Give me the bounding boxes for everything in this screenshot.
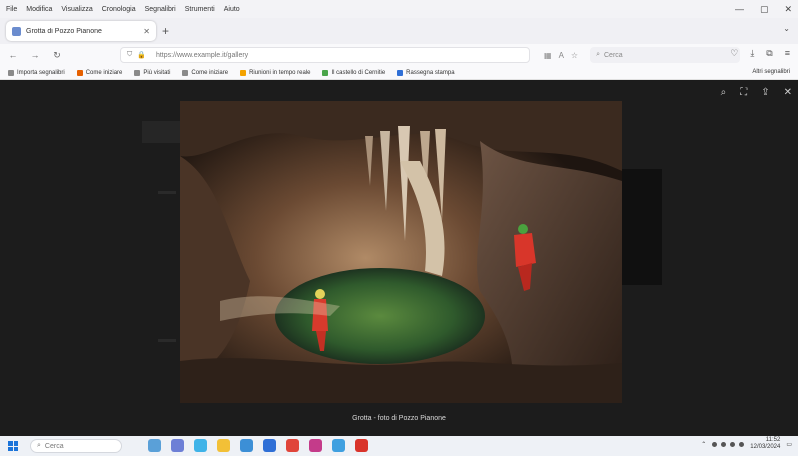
search-icon: ⌕ (37, 442, 41, 449)
tray-icons[interactable] (712, 441, 745, 447)
extensions-icon[interactable]: ⧉ (766, 48, 772, 59)
search-icon: ⌕ (596, 51, 600, 58)
menu-edit[interactable]: Modifica (26, 6, 52, 13)
store-icon[interactable] (240, 439, 253, 452)
close-icon[interactable]: ✕ (784, 4, 792, 15)
forward-icon[interactable]: → (28, 48, 42, 62)
menu-file[interactable]: File (6, 6, 17, 13)
url-text: https://www.example.it/gallery (155, 51, 249, 59)
reload-icon[interactable]: ↻ (50, 48, 64, 62)
menu-bar: File Modifica Visualizza Cronologia Segn… (0, 0, 798, 18)
menu-bookmarks[interactable]: Segnalibri (145, 6, 176, 13)
bookmark-item[interactable]: Rassegna stampa (397, 69, 455, 76)
list-tabs-icon[interactable]: ⌄ (783, 24, 790, 33)
minimize-icon[interactable]: — (735, 4, 744, 15)
new-tab-icon[interactable]: + (162, 24, 169, 38)
system-tray: ⌃ 11:52 12/03/2024 ▭ (701, 437, 792, 451)
lightbox-toolbar: ⌕ ⛶ ⇪ ✕ (721, 87, 792, 98)
page-background-text (158, 191, 176, 194)
bookmark-label: Come iniziare (191, 69, 229, 76)
clock-time: 11:52 (765, 437, 781, 443)
widgets-icon[interactable] (148, 439, 161, 452)
page-background-element (142, 121, 182, 143)
star-icon[interactable]: ☆ (571, 51, 578, 60)
zoom-icon[interactable]: ⌕ (721, 87, 727, 98)
bookmark-label: Più visitati (143, 69, 171, 76)
taskbar: ⌕ Cerca (0, 436, 798, 456)
app-icon[interactable] (355, 439, 368, 452)
maximize-icon[interactable]: ▢ (760, 4, 769, 15)
url-bar[interactable]: ⛉ 🔒 https://www.example.it/gallery (120, 47, 530, 63)
bookmark-item[interactable]: Come iniziare (76, 69, 123, 76)
firefox-icon[interactable] (286, 439, 299, 452)
cave-photo-image (180, 101, 622, 403)
menu-view[interactable]: Visualizza (61, 6, 92, 13)
calendar-icon (240, 69, 247, 76)
bookmarks-bar: Importa segnalibri Come iniziare Più vis… (0, 66, 798, 80)
mail-icon[interactable] (263, 439, 276, 452)
app-icon[interactable] (309, 439, 322, 452)
grid-icon[interactable]: ▦ (544, 51, 552, 60)
bookmark-label: Come iniziare (85, 69, 123, 76)
menu-history[interactable]: Cronologia (102, 6, 136, 13)
back-icon[interactable]: ← (6, 48, 20, 62)
notifications-icon[interactable]: ▭ (786, 441, 792, 448)
edge-icon[interactable] (194, 439, 207, 452)
tab-bar: Grotta di Pozzo Pianone ✕ + (0, 18, 798, 44)
fullscreen-icon[interactable]: ⛶ (740, 87, 747, 98)
page-background-element (622, 169, 662, 285)
task-view-icon[interactable] (171, 439, 184, 452)
lightbox-overlay[interactable]: ⌕ ⛶ ⇪ ✕ Grotta - foto di Pozzo Pianone (0, 81, 798, 436)
favicon-icon (12, 26, 21, 36)
clock-date: 12/03/2024 (750, 444, 781, 450)
bookmark-icon (182, 69, 189, 76)
share-icon[interactable]: ⇪ (761, 87, 769, 98)
firefox-icon (76, 69, 83, 76)
pocket-icon[interactable]: ♡ (730, 48, 738, 59)
tab-close-icon[interactable]: ✕ (143, 27, 150, 36)
bookmark-item[interactable]: Più visitati (134, 69, 171, 76)
menu-icon[interactable]: ≡ (785, 48, 790, 59)
windows-start-icon[interactable] (8, 441, 18, 451)
tab-active[interactable]: Grotta di Pozzo Pianone ✕ (6, 21, 156, 41)
photo-caption: Grotta - foto di Pozzo Pianone (352, 415, 446, 422)
nav-bar: ← → ↻ ⛉ 🔒 https://www.example.it/gallery… (0, 44, 798, 66)
bookmark-item[interactable]: Importa segnalibri (8, 69, 65, 76)
taskbar-search-input[interactable]: ⌕ Cerca (30, 439, 122, 453)
taskbar-search-placeholder: Cerca (44, 442, 64, 450)
clock[interactable]: 11:52 12/03/2024 (750, 437, 780, 451)
translate-icon[interactable]: A (559, 51, 564, 60)
close-icon[interactable]: ✕ (784, 87, 792, 98)
window-controls: — ▢ ✕ (735, 4, 792, 15)
bookmark-item[interactable]: Come iniziare (182, 69, 229, 76)
file-explorer-icon[interactable] (217, 439, 230, 452)
bookmark-label: Importa segnalibri (17, 69, 65, 76)
menu-tools[interactable]: Strumenti (185, 6, 215, 13)
shield-icon[interactable]: ⛉ (127, 51, 132, 59)
bookmark-label: Il castello di Cernitie (331, 69, 386, 76)
downloads-icon[interactable]: ⤓ (750, 48, 754, 59)
bookmark-icon (397, 69, 404, 76)
app-icon[interactable] (332, 439, 345, 452)
bookmark-icon (322, 69, 329, 76)
bookmark-item[interactable]: Il castello di Cernitie (322, 69, 386, 76)
search-placeholder: Cerca (604, 51, 623, 59)
taskbar-apps (148, 439, 368, 452)
tab-title: Grotta di Pozzo Pianone (26, 27, 102, 35)
lock-icon[interactable]: 🔒 (137, 51, 146, 59)
bookmark-item[interactable]: Riunioni in tempo reale (240, 69, 311, 76)
toolbar-right: ♡ ⤓ ⧉ ≡ (730, 48, 790, 59)
page-background-text (158, 339, 176, 342)
chevron-up-icon[interactable]: ⌃ (701, 441, 706, 448)
bookmark-label: Rassegna stampa (406, 69, 455, 76)
cave-photo (180, 101, 622, 403)
menu-help[interactable]: Aiuto (224, 6, 240, 13)
bookmark-icon (8, 69, 14, 76)
other-bookmarks[interactable]: Altri segnalibri (752, 69, 790, 75)
bookmark-icon (134, 69, 141, 76)
search-input[interactable]: ⌕ Cerca (590, 47, 741, 63)
bookmark-label: Riunioni in tempo reale (249, 69, 311, 76)
